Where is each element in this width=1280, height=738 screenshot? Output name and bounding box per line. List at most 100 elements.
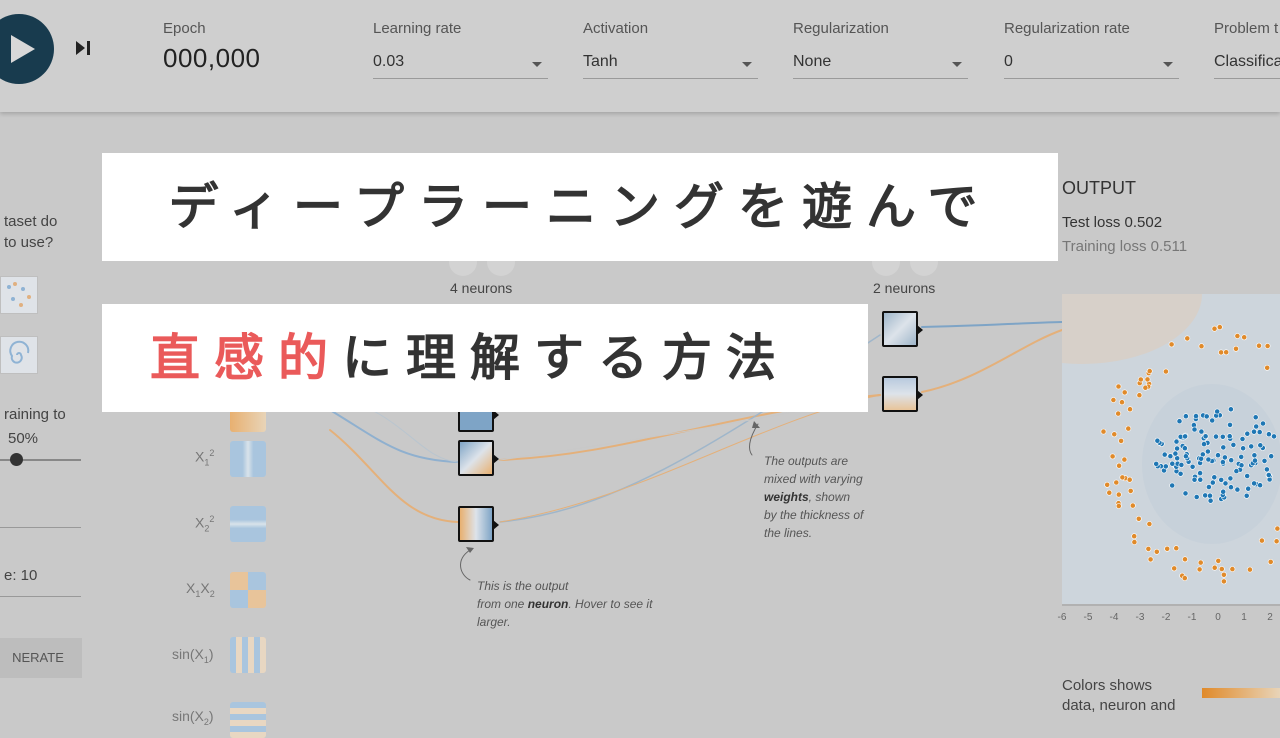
data-point [1253, 423, 1260, 430]
data-point [1256, 342, 1262, 349]
data-point [1227, 475, 1234, 482]
data-point [1115, 503, 1122, 509]
training-loss: Training loss 0.511 [1062, 238, 1188, 255]
data-point [1131, 539, 1138, 545]
data-point [1238, 462, 1245, 469]
data-point [1220, 444, 1227, 451]
data-point [1227, 421, 1233, 428]
data-point [1229, 566, 1236, 572]
layer2-neuron-count: 2 neurons [873, 280, 936, 296]
data-point [1257, 442, 1264, 449]
data-point [1113, 479, 1120, 486]
data-point [1244, 430, 1251, 437]
data-point [1189, 463, 1196, 470]
data-point [1215, 452, 1221, 459]
data-point [1264, 343, 1271, 349]
data-point [1205, 484, 1212, 490]
data-point [1161, 451, 1168, 458]
data-point [1131, 533, 1138, 540]
data-point [1261, 457, 1268, 464]
data-point [1116, 462, 1122, 469]
data-point [1214, 408, 1221, 415]
data-point [1121, 456, 1128, 463]
data-point [1257, 482, 1263, 489]
data-point [1218, 349, 1224, 356]
data-point [1110, 397, 1117, 403]
data-point [1258, 537, 1265, 544]
data-point [1147, 556, 1154, 563]
data-point [1169, 460, 1176, 467]
data-point [1220, 488, 1227, 495]
data-point [1240, 445, 1246, 452]
data-point [1209, 479, 1216, 486]
data-point [1172, 450, 1179, 457]
data-point [1171, 565, 1178, 572]
data-point [1184, 335, 1191, 342]
data-point [1218, 566, 1225, 572]
axis-tick-label: -3 [1135, 612, 1145, 623]
data-point [1115, 410, 1122, 417]
data-point [1228, 457, 1235, 464]
data-point [1167, 453, 1174, 460]
data-point [1201, 441, 1207, 447]
data-point [1274, 525, 1280, 532]
data-point [1193, 494, 1200, 500]
data-point [1183, 453, 1189, 460]
neuron-output-tip [917, 325, 923, 335]
neuron-layer1-2[interactable] [458, 440, 499, 476]
plot-axis [1062, 604, 1280, 606]
data-point [1264, 364, 1271, 371]
data-point [1109, 453, 1116, 460]
data-point [1197, 470, 1203, 476]
data-point [1197, 476, 1204, 483]
axis-tick-label: -2 [1161, 612, 1171, 623]
data-point [1265, 431, 1272, 438]
data-point [1111, 431, 1118, 438]
data-point [1243, 492, 1250, 499]
data-point [1174, 445, 1180, 452]
axis-tick-label: 0 [1215, 612, 1221, 623]
data-point [1106, 489, 1113, 496]
data-point [1196, 566, 1203, 573]
data-point [1182, 445, 1188, 452]
data-point [1203, 413, 1210, 420]
neuron-layer2-2[interactable] [882, 376, 923, 412]
data-point [1176, 418, 1183, 425]
data-point [1205, 456, 1212, 463]
data-point [1115, 383, 1122, 390]
data-point [1169, 482, 1176, 489]
data-point [1153, 548, 1160, 555]
data-point [1137, 376, 1144, 383]
data-point [1136, 392, 1143, 399]
data-point [1146, 521, 1153, 527]
data-point [1202, 433, 1209, 440]
data-point [1202, 492, 1209, 499]
color-note-line1: Colors shows [1062, 677, 1153, 694]
neuron-layer1-3[interactable] [458, 506, 499, 542]
data-point [1220, 571, 1227, 578]
data-point [1221, 454, 1228, 461]
layer1-neuron-count: 4 neurons [450, 280, 513, 296]
data-point [1127, 487, 1134, 494]
data-point [1211, 474, 1218, 481]
data-point [1223, 349, 1230, 356]
data-point [1251, 452, 1258, 459]
data-point [1251, 480, 1257, 487]
data-point [1135, 515, 1142, 522]
data-point [1182, 433, 1188, 440]
neuron-layer2-1[interactable] [882, 311, 923, 347]
output-plot[interactable] [1062, 294, 1280, 604]
data-point [1260, 420, 1266, 427]
data-point [1121, 389, 1128, 396]
data-point [1163, 368, 1169, 375]
axis-tick-label: 1 [1241, 612, 1247, 623]
data-point [1251, 428, 1257, 435]
neuron-hint-note: This is the output from one neuron. Hove… [477, 579, 653, 629]
data-point [1198, 428, 1205, 435]
data-point [1164, 545, 1171, 552]
title-banner-line1: ディープラーニングを遊んで [102, 153, 1058, 261]
title-banner-line2: 直感的に理解する方法 [102, 304, 868, 412]
axis-tick-label: -1 [1187, 612, 1197, 623]
data-point [1178, 461, 1185, 468]
data-point [1125, 425, 1132, 432]
